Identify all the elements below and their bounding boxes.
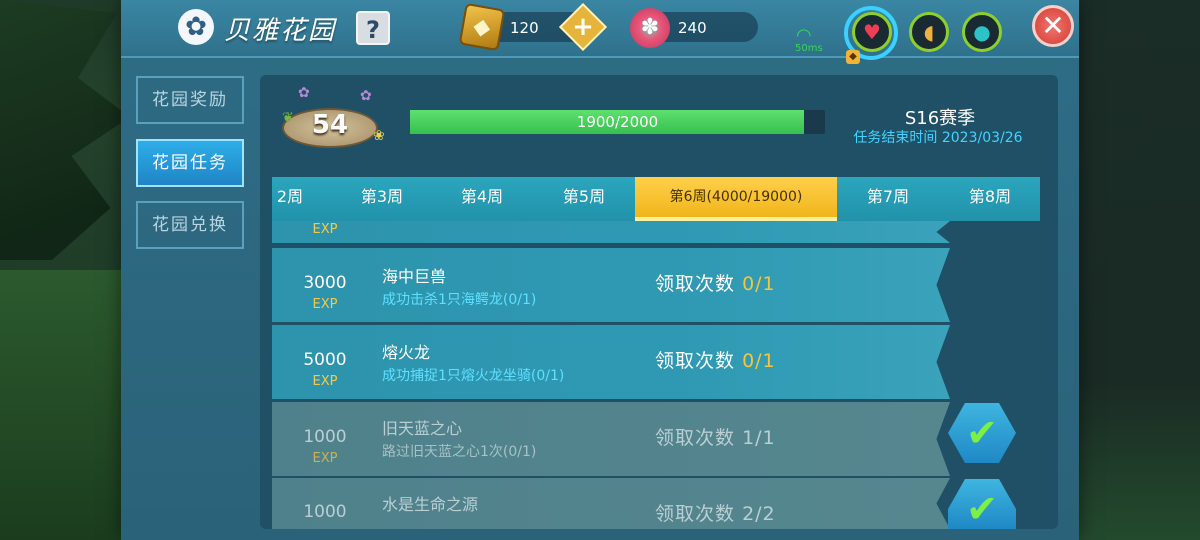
task-row-completed [272,478,950,529]
plus-icon[interactable]: + [566,10,600,44]
tab-week-4[interactable]: 第4周 [434,177,530,221]
claim-label: 领取次数 [655,427,736,449]
task-title: 水是生命之源 [382,495,479,514]
help-button[interactable]: ? [356,11,390,45]
claim-label: 领取次数 [655,273,736,295]
claim-count-value: 2/2 [742,503,776,525]
claim-count-value: 1/1 [742,427,776,449]
task-claim-count: 领取次数 0/1 [655,269,776,296]
task-exp-value: 3000 [303,273,347,293]
food-icon[interactable]: ◖ [909,12,949,52]
task-row-completed [272,402,950,476]
task-title: 海中巨兽 [382,267,447,286]
task-claim-count: 领取次数 1/1 [655,423,776,450]
task-description: 成功捕捉1只熔火龙坐骑(0/1) [382,368,565,384]
claim-label: 领取次数 [655,350,736,372]
gold-amount: 120 [510,19,539,37]
flower-decoration-icon: ✿ [298,85,310,101]
task-title: 旧天蓝之心 [382,419,463,438]
tab-week-8[interactable]: 第8周 [940,177,1040,221]
task-exp-label: EXP [312,297,338,312]
task-exp-value: 1000 [303,502,347,522]
sidebar-item-exchange[interactable]: 花园兑换 [136,201,244,249]
sidebar-item-rewards[interactable]: 花园奖励 [136,76,244,124]
task-claim-count: 领取次数 0/1 [655,346,776,373]
tab-week-5[interactable]: 第5周 [534,177,634,221]
task-exp-value: 1000 [303,427,347,447]
flower-currency-icon: ✽ [630,8,670,48]
shield-icon: ◆ [846,50,860,64]
background-right [1075,0,1200,540]
flower-decoration-icon: ✿ [360,88,372,104]
heart-icon[interactable]: ♥ [852,12,892,52]
task-claim-count: 领取次数 2/2 [655,499,776,526]
task-row [272,325,950,399]
tab-week-6[interactable]: 第6周(4000/19000) [635,177,837,221]
week-tabs: 2周 第3周 第4周 第5周 第6周(4000/19000) 第7周 第8周 [272,177,1040,221]
task-row [272,221,950,243]
task-title: 熔火龙 [382,343,431,362]
sidebar-item-tasks[interactable]: 花园任务 [136,139,244,187]
page-title: 贝雅花园 [224,16,337,46]
claim-count-value: 0/1 [742,350,776,372]
close-button[interactable]: ✕ [1032,5,1074,47]
water-drop-icon[interactable]: ● [962,12,1002,52]
gold-coin-icon: ◆ [458,2,506,52]
leaf-decoration-icon: ❦ [282,110,294,126]
task-exp-label: EXP [312,451,338,466]
task-exp-value: 5000 [303,350,347,370]
claim-label: 领取次数 [655,503,736,525]
flower-decoration-icon: ❀ [373,128,385,144]
flower-amount: 240 [678,19,707,37]
tab-week-7[interactable]: 第7周 [838,177,938,221]
grass-decoration [0,270,130,540]
tab-week-3[interactable]: 第3周 [334,177,430,221]
task-row [272,248,950,322]
level-progress-text: 1900/2000 [576,113,659,131]
tab-week-2[interactable]: 2周 [272,177,308,221]
task-description: 路过旧天蓝之心1次(0/1) [382,444,537,460]
claim-count-value: 0/1 [742,273,776,295]
task-exp-label: EXP [312,374,338,389]
season-end-time: 任务结束时间 2023/03/26 [853,130,1023,146]
ping-readout: 50ms [795,43,823,54]
task-description: 成功击杀1只海鳄龙(0/1) [382,292,537,308]
flower-icon: ✿ [178,9,214,45]
task-exp-label: EXP [312,222,338,237]
